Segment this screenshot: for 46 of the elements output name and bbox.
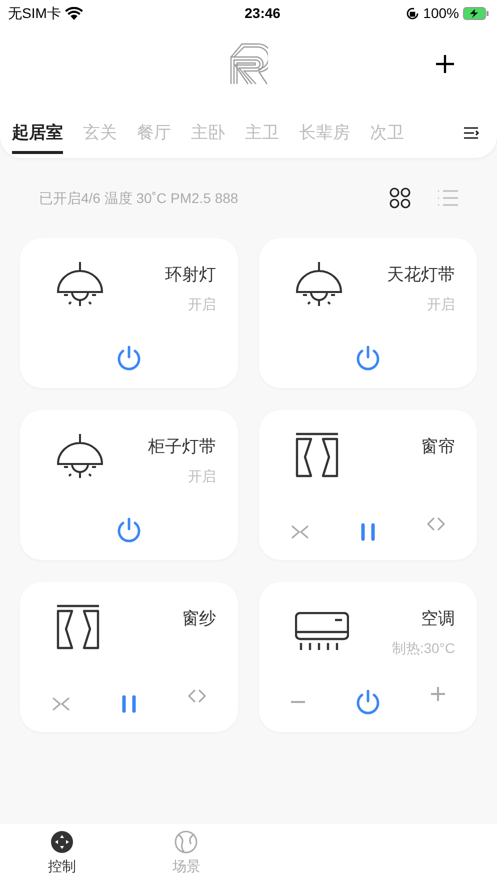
device-card[interactable]: 天花灯带 开启	[259, 238, 477, 388]
device-name: 天花灯带	[387, 264, 455, 286]
close-curtain-icon[interactable]	[291, 525, 309, 539]
open-curtain-icon[interactable]	[188, 689, 206, 703]
device-status: 制热:30°C	[392, 638, 455, 658]
plus-icon[interactable]	[430, 686, 446, 702]
bottom-tab[interactable]: 控制	[0, 824, 124, 883]
add-icon[interactable]	[435, 54, 455, 74]
pendant-lamp-icon	[295, 260, 343, 308]
summary-text: 已开启4/6 温度 30˚C PM2.5 888	[39, 188, 238, 208]
globe-icon	[174, 830, 198, 854]
device-status: 开启	[188, 466, 216, 486]
battery-text: 100%	[423, 4, 459, 22]
menu-icon[interactable]	[463, 127, 479, 139]
close-curtain-icon[interactable]	[52, 697, 70, 711]
room-tab[interactable]: 起居室	[12, 102, 63, 154]
device-status: 开启	[427, 294, 455, 314]
curtain-icon	[295, 432, 339, 478]
device-name: 窗纱	[182, 608, 216, 630]
device-name: 环射灯	[165, 264, 216, 286]
air-conditioner-icon	[295, 612, 349, 652]
pendant-lamp-icon	[56, 260, 104, 308]
battery-charging-icon	[462, 6, 489, 20]
device-card[interactable]: 窗纱	[20, 582, 238, 732]
pause-icon[interactable]	[121, 695, 137, 713]
minus-icon[interactable]	[290, 700, 306, 704]
list-view-button[interactable]	[437, 187, 459, 209]
device-card[interactable]: 空调 制热:30°C	[259, 582, 477, 732]
curtain-icon	[56, 604, 100, 650]
device-card[interactable]: 柜子灯带 开启	[20, 410, 238, 560]
pause-icon[interactable]	[360, 523, 376, 541]
rotation-lock-icon	[406, 6, 420, 20]
device-name: 空调	[421, 608, 455, 630]
grid-view-button[interactable]	[389, 187, 411, 209]
joystick-icon	[50, 830, 74, 854]
wifi-icon	[64, 6, 83, 20]
device-card[interactable]: 窗帘	[259, 410, 477, 560]
device-name: 窗帘	[421, 436, 455, 458]
device-card[interactable]: 环射灯 开启	[20, 238, 238, 388]
open-curtain-icon[interactable]	[427, 517, 445, 531]
device-name: 柜子灯带	[148, 436, 216, 458]
clock-text: 23:46	[244, 4, 280, 22]
logo-icon	[230, 43, 268, 85]
pendant-lamp-icon	[56, 432, 104, 480]
carrier-text: 无SIM卡	[8, 4, 61, 22]
device-status: 开启	[188, 294, 216, 314]
